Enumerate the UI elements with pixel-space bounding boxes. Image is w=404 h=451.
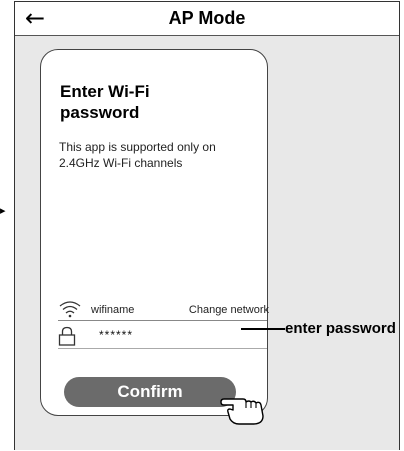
page-title: AP Mode — [168, 8, 246, 28]
confirm-button[interactable]: Confirm — [64, 377, 236, 407]
divider — [58, 320, 267, 321]
divider — [58, 348, 267, 349]
wifi-password-card: Enter Wi-Fi password This app is support… — [40, 49, 269, 425]
change-network-link[interactable]: Change network — [189, 304, 269, 316]
card-subtitle: This app is supported only on 2.4GHz Wi-… — [59, 140, 216, 170]
wifi-network-row: wifiname Change network — [58, 299, 269, 321]
password-input-value[interactable]: ****** — [99, 328, 133, 342]
callout-line — [241, 328, 285, 330]
phone-screen: ← AP Mode Enter Wi-Fi password This app … — [14, 1, 400, 450]
password-field[interactable]: ****** — [58, 326, 258, 348]
card-title: Enter Wi-Fi password — [60, 82, 150, 122]
left-edge-arrow-icon: ▸ — [0, 204, 6, 217]
callout-label: enter password — [285, 320, 396, 337]
wifi-name: wifiname — [91, 304, 135, 316]
wifi-icon — [59, 301, 81, 318]
pointing-hand-icon — [220, 398, 264, 425]
title-bar: ← AP Mode — [15, 2, 399, 36]
lock-icon — [58, 326, 76, 346]
